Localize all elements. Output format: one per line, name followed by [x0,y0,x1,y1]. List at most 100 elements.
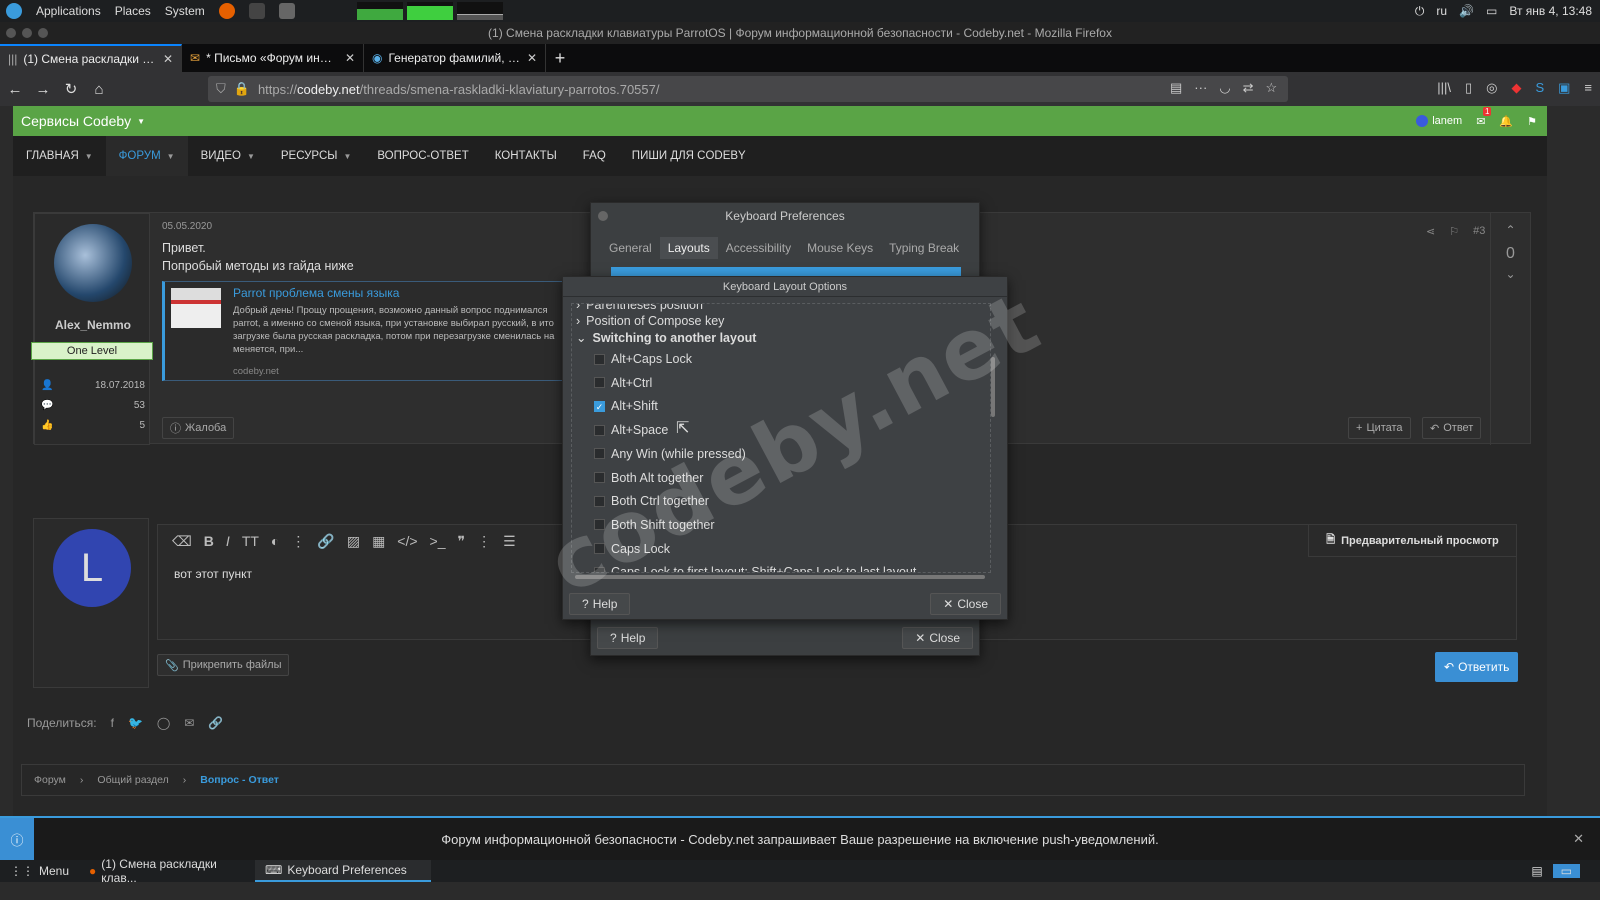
nav-item[interactable]: РЕСУРСЫ ▼ [268,136,365,176]
nav-item[interactable]: ВОПРОС-ОТВЕТ [364,136,481,176]
facebook-icon[interactable]: f [111,716,114,730]
power-icon[interactable]: ⏻ [1415,4,1425,19]
task-keyboard-preferences[interactable]: ⌨ Keyboard Preferences [255,860,432,882]
bold-icon[interactable]: B [204,533,214,550]
link-unfurl[interactable]: Parrot проблема смены языка Добрый день!… [162,281,582,381]
page-actions-icon[interactable]: ··· [1194,80,1207,96]
option-row[interactable]: Caps Lock to first layout; Shift+Caps Lo… [594,565,916,572]
option-group[interactable]: ⌄ Switching to another layout [576,330,756,346]
option-group[interactable]: › Position of Compose key [576,314,724,328]
places-menu[interactable]: Places [115,4,151,18]
back-button[interactable]: ← [2,76,28,102]
sidebar-icon[interactable]: ▯ [1465,80,1472,96]
volume-icon[interactable]: 🔊 [1459,4,1474,18]
nav-item[interactable]: FAQ [570,136,619,176]
post-number[interactable]: #3 [1473,225,1485,238]
quote-icon[interactable]: ❞ [458,533,466,550]
whatsapp-icon[interactable]: ◯ [157,716,170,730]
option-checkbox[interactable] [594,448,605,460]
breadcrumb-item[interactable]: Форум [34,774,66,786]
close-tab-icon[interactable]: ✕ [527,51,537,65]
task-firefox[interactable]: ● (1) Смена раскладки клав... [79,857,255,885]
services-dropdown[interactable]: Сервисы Codeby [21,113,131,129]
option-row[interactable]: Both Shift together [594,518,715,532]
twitter-icon[interactable]: 🐦 [128,716,143,730]
menu-button[interactable]: ⋮⋮ Menu [0,860,79,882]
dialog-close-dot[interactable] [598,211,608,221]
option-checkbox[interactable] [594,472,605,483]
reload-button[interactable]: ↻ [58,76,84,102]
workspace-1-icon[interactable]: ▤ [1531,864,1542,878]
report-button[interactable]: ⓘ Жалоба [162,417,235,439]
extension-translate-icon[interactable]: ▣ [1558,80,1570,96]
option-checkbox[interactable] [594,353,605,365]
author-name[interactable]: Alex_Nemmo [35,318,151,332]
share-icon[interactable]: ⋖ [1426,225,1435,238]
author-avatar[interactable] [54,224,132,302]
terminal-launcher-icon[interactable] [248,3,265,19]
prefs-tab[interactable]: Typing Break [881,237,967,259]
clock[interactable]: Вт янв 4, 13:48 [1509,4,1592,18]
more-text-icon[interactable]: ⋮ [291,533,305,550]
library-icon[interactable]: |||\ [1437,80,1451,96]
copy-link-icon[interactable]: 🔗 [208,716,223,730]
more-insert-icon[interactable]: ⋮ [477,533,491,550]
option-row[interactable]: Alt+Caps Lock [594,352,692,366]
alerts-bell-icon[interactable]: 🔔 [1499,115,1513,128]
username[interactable]: lanem [1432,115,1462,127]
breadcrumb-current[interactable]: Вопрос - Ответ [200,774,279,786]
expander-closed-icon[interactable]: › [576,314,580,328]
text-editor-launcher-icon[interactable] [278,3,295,19]
close-tab-icon[interactable]: ✕ [163,52,173,66]
option-group[interactable]: › Parentheses position [576,304,703,312]
inbox-icon[interactable]: ✉ 1 [1476,106,1492,128]
bookmark-icon[interactable]: ⚐ [1449,225,1459,238]
option-row[interactable]: Caps Lock [594,542,670,556]
display-icon[interactable]: ▭ [1486,4,1497,18]
translate-icon[interactable]: ⇄ [1243,80,1254,96]
maximize-window-button[interactable] [38,28,48,38]
downvote-icon[interactable]: ⌄ [1491,267,1530,281]
option-checkbox[interactable] [594,377,605,389]
editor-text[interactable]: вот этот пункт [174,567,252,581]
user-avatar[interactable] [1416,115,1429,127]
tab-mail[interactable]: ✉ * Письмо «Форум инфор... ✕ [182,44,364,72]
minimize-window-button[interactable] [22,28,32,38]
italic-icon[interactable]: I [226,533,230,550]
submit-reply-button[interactable]: ↶ Ответить [1435,652,1519,682]
option-checkbox[interactable] [594,424,605,436]
close-tab-icon[interactable]: ✕ [345,51,355,65]
prefs-help-button[interactable]: ? Help [597,627,659,649]
prefs-close-button[interactable]: ✕ Close [902,627,973,649]
quote-button[interactable]: + Цитата [1348,417,1411,439]
bookmark-star-icon[interactable]: ☆ [1266,80,1278,96]
options-help-button[interactable]: ? Help [569,593,631,615]
link-icon[interactable]: 🔗 [317,533,334,550]
nav-item[interactable]: ГЛАВНАЯ ▼ [13,136,106,176]
firefox-launcher-icon[interactable] [218,3,235,19]
prefs-tab[interactable]: General [601,237,660,259]
breadcrumb-item[interactable]: Общий раздел [97,774,168,786]
option-checkbox[interactable] [594,495,605,507]
system-menu[interactable]: System [165,4,205,18]
post-date[interactable]: 05.05.2020 [162,221,212,232]
reader-view-icon[interactable]: ▤ [1170,80,1182,96]
expander-closed-icon[interactable]: › [576,304,580,312]
extension-ublock-icon[interactable]: ◆ [1511,80,1521,96]
menu-hamburger-icon[interactable]: ≡ [1584,80,1592,96]
shield-icon[interactable]: ⛉ [216,81,226,97]
tab-name-generator[interactable]: ◉ Генератор фамилий, им... ✕ [364,44,546,72]
attach-files-button[interactable]: 📎 Прикрепить файлы [157,654,290,676]
option-row[interactable]: Alt+Ctrl [594,376,652,390]
new-tab-button[interactable]: + [546,44,574,72]
parrot-logo-icon[interactable] [6,3,22,19]
nav-item[interactable]: КОНТАКТЫ [482,136,570,176]
nav-item[interactable]: ПИШИ ДЛЯ CODEBY [619,136,759,176]
option-checkbox[interactable] [594,543,605,555]
upvote-icon[interactable]: ⌃ [1491,223,1530,237]
terminal-code-icon[interactable]: >_ [430,533,446,550]
tab-codeby-thread[interactable]: ||| (1) Смена раскладки кла... ✕ [0,44,182,72]
bookmarks-icon[interactable]: ⚑ [1527,115,1537,128]
lock-icon[interactable]: 🔒 [234,81,250,97]
list-icon[interactable]: ☰ [503,533,516,550]
